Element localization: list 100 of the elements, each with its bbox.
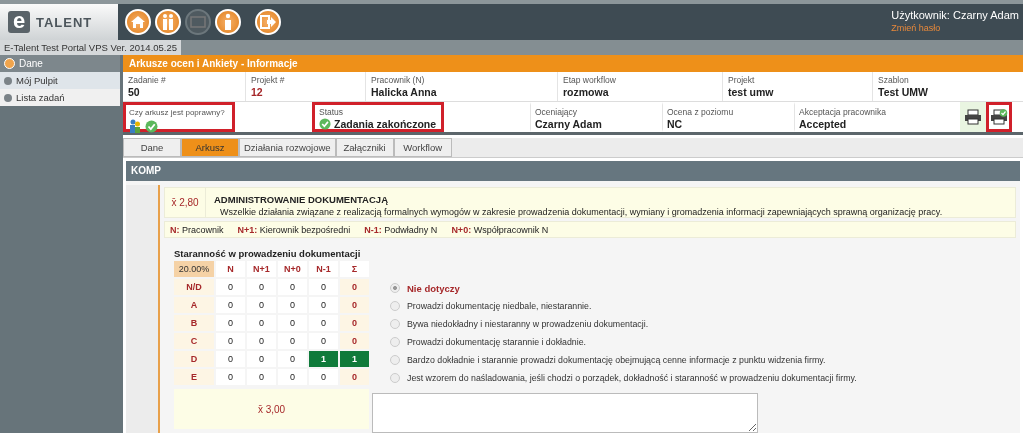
table-cell: 0: [278, 351, 307, 367]
sum-cell: 0: [340, 333, 369, 349]
table-cell: 0: [278, 279, 307, 295]
column-header: N: [216, 261, 245, 277]
table-cell: 0: [247, 315, 276, 331]
radio-button[interactable]: [390, 319, 400, 329]
print-button[interactable]: [986, 102, 1012, 132]
field-value: Test UMW: [878, 86, 929, 98]
table-cell: 0: [278, 333, 307, 349]
table-cell: 0: [309, 333, 338, 349]
tab[interactable]: Arkusz: [181, 138, 239, 157]
row-header: D: [174, 351, 214, 367]
field-label: Ocena z poziomu: [667, 107, 735, 117]
change-password-link[interactable]: Zmień hasło: [891, 23, 941, 33]
field-label: Pracownik (N): [371, 75, 426, 85]
radio-button[interactable]: [390, 283, 400, 293]
legend-item: N+0: Współpracownik N: [451, 224, 549, 235]
screen-icon: [190, 16, 206, 28]
field-value: Halicka Anna: [371, 86, 438, 98]
table-cell: 0: [309, 369, 338, 385]
field-label: Czy arkusz jest poprawny?: [129, 107, 226, 118]
row-header: C: [174, 333, 214, 349]
table-cell: 1: [309, 351, 338, 367]
field-label: Etap workflow: [563, 75, 617, 85]
field-label: Oceniający: [535, 107, 579, 117]
tab[interactable]: Workflow: [393, 138, 452, 157]
print-button[interactable]: [960, 102, 986, 132]
table-cell: 0: [216, 279, 245, 295]
field-label: Szablon: [878, 75, 910, 85]
legend-item: N: Pracownik: [170, 224, 224, 235]
table-cell: 0: [247, 279, 276, 295]
field-value: Accepted: [799, 118, 848, 130]
sum-cell: 0: [340, 369, 369, 385]
tab[interactable]: Działania rozwojowe: [239, 138, 336, 157]
logo-mark: e: [8, 11, 30, 33]
field-label: Zadanie #: [128, 75, 167, 85]
column-header: N+0: [278, 261, 307, 277]
table-cell: 0: [216, 351, 245, 367]
weight-cell: 20.00%: [174, 261, 214, 277]
competency-title: ADMINISTROWANIE DOKUMENTACJĄ: [214, 194, 389, 205]
column-header: N-1: [309, 261, 338, 277]
row-header: N/D: [174, 279, 214, 295]
field-value: NC: [667, 118, 684, 130]
table-cell: 0: [278, 297, 307, 313]
logo-text: TALENT: [36, 14, 93, 30]
section-header: KOMP: [126, 161, 1020, 181]
exit-button[interactable]: [255, 9, 281, 35]
competency-description: Wszelkie działania związane z realizacją formalnych wymogów w zakresie prowadzenia dokumentacji, wymiany i gromadzenia informacji zapewniających sprawną organizację pracy.: [219, 207, 943, 217]
home-button[interactable]: [125, 9, 151, 35]
home-icon: [130, 14, 146, 30]
question-title: Staranność w prowadzeniu dokumentacji: [174, 248, 362, 259]
sidebar-header[interactable]: Dane: [0, 55, 120, 72]
people-button[interactable]: [155, 9, 181, 35]
field-label: Status: [319, 107, 345, 117]
tab[interactable]: Dane: [123, 138, 181, 157]
field-value: Czarny Adam: [535, 118, 603, 130]
people-icon: [160, 13, 176, 31]
table-cell: 0: [309, 297, 338, 313]
table-cell: 0: [309, 315, 338, 331]
sidebar-item[interactable]: Mój Pulpit: [0, 72, 120, 89]
table-cell: 0: [216, 333, 245, 349]
info-button[interactable]: [215, 9, 241, 35]
option-label: Nie dotyczy: [407, 282, 460, 294]
exit-icon: [259, 14, 277, 30]
printer-icon: [964, 109, 982, 125]
field-label: Projekt: [728, 75, 756, 85]
radio-button[interactable]: [390, 355, 400, 365]
option-label: Prowadzi dokumentację niedbale, niestarannie.: [407, 301, 592, 311]
user-name: Użytkownik: Czarny Adam: [891, 9, 1019, 21]
option-label: Bywa niedokładny i niestaranny w prowadzeniu dokumentacji.: [407, 319, 649, 329]
table-cell: 0: [247, 369, 276, 385]
column-header: N+1: [247, 261, 276, 277]
table-cell: 0: [247, 297, 276, 313]
tab[interactable]: Załączniki: [335, 138, 394, 157]
row-header: E: [174, 369, 214, 385]
radio-button[interactable]: [390, 373, 400, 383]
printer-check-icon: [990, 109, 1008, 125]
people-icon: [129, 119, 141, 133]
field-value: 50: [128, 86, 141, 98]
average-score: x̄ 2,80: [165, 188, 206, 217]
sum-cell: 0: [340, 279, 369, 295]
page-title: Arkusze ocen i Ankiety - Informacje: [123, 55, 1023, 72]
radio-button[interactable]: [390, 337, 400, 347]
radio-button[interactable]: [390, 301, 400, 311]
table-cell: 0: [278, 369, 307, 385]
mean-score: x̄ 3,00: [174, 389, 369, 429]
table-cell: 0: [216, 297, 245, 313]
comment-field[interactable]: [372, 393, 758, 433]
option-label: Jest wzorem do naśladowania, jeśli chodzi o porządek, dokładność i staranność w prowadzeniu dokumentacji firmy.: [407, 373, 857, 383]
version-text: E-Talent Test Portal VPS Ver. 2014.05.25: [0, 40, 182, 55]
row-header: B: [174, 315, 214, 331]
field-label: Projekt #: [251, 75, 286, 85]
sidebar-item[interactable]: Lista zadań: [0, 89, 120, 106]
option-label: Prowadzi dokumentację starannie i dokładnie.: [407, 337, 586, 347]
check-icon: [319, 118, 331, 130]
legend-item: N+1: Kierownik bezpośredni: [237, 224, 351, 235]
column-header: Σ: [340, 261, 369, 277]
field-value: rozmowa: [563, 86, 610, 98]
table-cell: 0: [309, 279, 338, 295]
check-icon: [145, 119, 158, 133]
